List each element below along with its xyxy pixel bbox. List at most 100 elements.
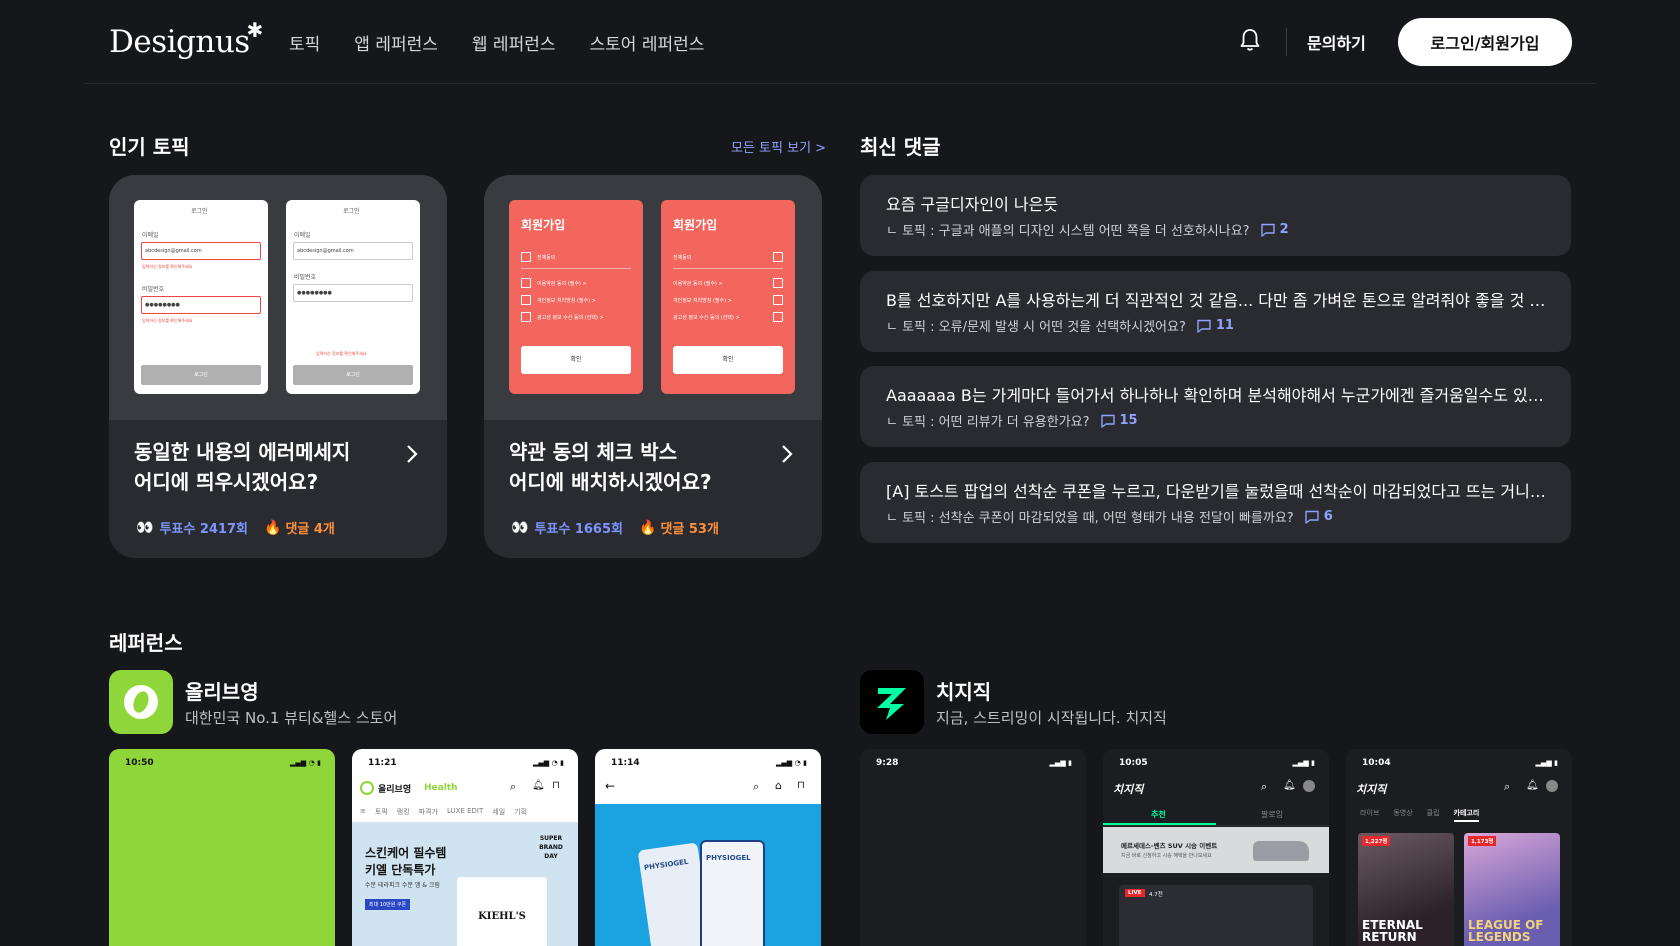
status-time: 11:21 <box>368 758 397 768</box>
search-icon: ⌕ <box>1261 780 1268 793</box>
main-nav: 토픽 앱 레퍼런스 웹 레퍼런스 스토어 레퍼런스 <box>289 30 738 55</box>
app-brand: 치지직 <box>1113 783 1144 796</box>
popular-topics-title: 인기 토픽 <box>109 135 190 159</box>
see-all-topics-link[interactable]: 모든 토픽 보기 > <box>731 137 826 156</box>
game-title: LEAGUE OF LEGENDS <box>1468 918 1544 944</box>
category-tab-active: 카테고리 <box>1453 808 1480 822</box>
app-brand: 올리브영 <box>378 785 412 795</box>
comment-item[interactable]: 요즘 구글디자인이 나은듯 ㄴ 토픽 : 구글과 애플의 디자인 시스템 어떤 … <box>860 175 1571 256</box>
status-icons: ▂▄▆ ▮ <box>1049 759 1072 767</box>
vote-count: 투표수 1665회 <box>534 522 623 537</box>
topic-card[interactable]: 회원가입 전체동의 이용약관 동의 (필수) > 개인정보 처리방침 (필수) … <box>484 175 822 558</box>
search-icon: ⌕ <box>753 780 760 793</box>
checkbox-icon <box>521 252 531 262</box>
mock-email-input: abcdesign@gmail.com <box>141 242 261 260</box>
site-logo[interactable]: Designus ✱ <box>109 18 263 60</box>
bag-icon: ⊓ <box>552 780 560 791</box>
promo-badge: SUPER BRAND DAY <box>539 835 563 860</box>
comment-item[interactable]: [A] 토스트 팝업의 선착순 쿠폰을 누르고, 다운받기를 눌렀을때 선착순이… <box>860 462 1571 543</box>
nav-topic[interactable]: 토픽 <box>289 30 320 55</box>
option-a-screenshot: 로그인 이메일 abcdesign@gmail.com 입력하신 정보를 확인해… <box>134 200 268 394</box>
topic-meta: 👀 투표수 2417회 🔥 댓글 4개 <box>136 518 335 538</box>
chzzk-logo[interactable] <box>860 670 924 734</box>
app-screenshot[interactable]: 10:05 ▂▄▆ ▮ 치지직 ⌕ 🔔︎ 추천 팔로잉 메르세데스-벤츠 SUV… <box>1103 749 1329 946</box>
viewer-count: 1,173명 <box>1468 836 1497 846</box>
app-name[interactable]: 올리브영 <box>185 676 259 705</box>
comment-item[interactable]: Aaaaaaa B는 가게마다 들어가서 하나하나 확인하며 분석해야해서 누군… <box>860 366 1571 447</box>
inquiry-link[interactable]: 문의하기 <box>1307 30 1366 54</box>
topic-title: 동일한 내용의 에러메세지 어디에 띄우시겠어요? <box>134 437 394 497</box>
reply-count: 15 <box>1119 413 1138 428</box>
mock-header: 회원가입 <box>521 218 566 232</box>
mock-confirm-button: 확인 <box>521 346 631 374</box>
topic-title-line: 어디에 띄우시겠어요? <box>134 470 319 494</box>
bell-icon[interactable] <box>1239 28 1261 52</box>
bell-icon: 🔔︎ <box>532 780 545 791</box>
checkbox-icon <box>773 295 783 305</box>
vote-count: 투표수 2417회 <box>159 522 248 537</box>
comment-text: [A] 토스트 팝업의 선착순 쿠폰을 누르고, 다운받기를 눌렀을때 선착순이… <box>886 482 1546 501</box>
comment-count: 댓글 4개 <box>285 522 335 537</box>
status-time: 10:05 <box>1119 758 1148 768</box>
app-screenshot[interactable]: 9:28 ▂▄▆ ▮ <box>860 749 1086 946</box>
checkbox-icon <box>521 312 531 322</box>
olive-young-logo[interactable] <box>109 670 173 734</box>
mock-email-label: 이메일 <box>142 232 159 239</box>
comment-topic: ㄴ 토픽 : 구글과 애플의 디자인 시스템 어떤 쪽을 더 선호하시나요? 2 <box>886 220 1289 239</box>
avatar <box>1546 780 1558 792</box>
search-icon: ⌕ <box>510 780 517 793</box>
comment-item[interactable]: B를 선호하지만 A를 사용하는게 더 직관적인 것 같음... 다만 좀 가벼… <box>860 271 1571 352</box>
comment-topic-label: ㄴ 토픽 : 어떤 리뷰가 더 유용한가요? <box>886 415 1090 430</box>
option-b-screenshot: 회원가입 전체동의 이용약관 동의 (필수) > 개인정보 처리방침 (필수) … <box>661 200 795 394</box>
mock-terms-item: 광고성 정보 수신 동의 (선택) > <box>537 315 604 321</box>
topic-card[interactable]: 로그인 이메일 abcdesign@gmail.com 입력하신 정보를 확인해… <box>109 175 447 558</box>
comment-text: 요즘 구글디자인이 나은듯 <box>886 195 1059 214</box>
status-icons: ▂▄▆ ◔ ▮ <box>776 759 807 767</box>
menu-icon: ≡ <box>360 807 366 815</box>
category-tabs: ≡ 토픽 랭킹 파격가 LUXE EDIT 세일 기획 <box>360 807 527 817</box>
status-time: 9:28 <box>876 758 899 768</box>
feed-tab: 팔로잉 <box>1261 810 1284 819</box>
login-signup-button[interactable]: 로그인/회원가입 <box>1398 18 1572 66</box>
bag-icon: ⊓ <box>797 780 805 791</box>
bell-icon: 🔔︎ <box>1526 780 1539 791</box>
product-label: KIEHL'S <box>478 911 526 922</box>
chevron-right-icon <box>407 445 418 463</box>
fire-icon: 🔥 <box>639 519 657 536</box>
nav-app-reference[interactable]: 앱 레퍼런스 <box>354 30 438 55</box>
eyes-icon: 👀 <box>136 519 154 536</box>
mock-terms-item: 개인정보 처리방침 (필수) > <box>537 298 596 304</box>
product-jar: KIEHL'S <box>457 877 547 946</box>
mock-header: 로그인 <box>191 208 208 215</box>
nav-store-reference[interactable]: 스토어 레퍼런스 <box>590 30 705 55</box>
reply-count: 6 <box>1323 509 1333 524</box>
mock-error-text: 입력하신 정보를 확인해주세요 <box>142 318 193 323</box>
product-image: PHYSIOGEL PHYSIOGEL <box>595 804 821 946</box>
mock-terms-item: 광고성 정보 수신 동의 (선택) > <box>673 315 740 321</box>
topic-title-line: 동일한 내용의 에러메세지 <box>134 440 351 464</box>
topic-title-line: 약관 동의 체크 박스 <box>509 440 678 464</box>
status-time: 10:50 <box>125 758 154 768</box>
olive-young-mini-logo <box>360 781 374 795</box>
promo-tag: 최대 10만원 쿠폰 <box>365 899 411 910</box>
fire-icon: 🔥 <box>264 519 282 536</box>
speech-bubble-icon <box>1100 414 1115 428</box>
status-time: 10:04 <box>1362 758 1391 768</box>
reply-count: 2 <box>1279 222 1289 237</box>
chevron-right-icon <box>782 445 793 463</box>
topic-title: 약관 동의 체크 박스 어디에 배치하시겠어요? <box>509 437 769 497</box>
logo-star-icon: ✱ <box>246 18 263 42</box>
speech-bubble-icon <box>1197 319 1211 333</box>
nav-web-reference[interactable]: 웹 레퍼런스 <box>472 30 556 55</box>
car-image <box>1253 841 1309 861</box>
category-tab: 랭킹 <box>396 808 410 816</box>
comment-topic: ㄴ 토픽 : 어떤 리뷰가 더 유용한가요? 15 <box>886 411 1138 430</box>
app-screenshot[interactable]: 11:14 ▂▄▆ ◔ ▮ ← ⌕ ⌂ ⊓ PHYSIOGEL PHYSIOGE… <box>595 749 821 946</box>
app-screenshot[interactable]: 10:04 ▂▄▆ ▮ 치지직 ⌕ 🔔︎ 라이브 동영상 클립 카테고리 1,2… <box>1346 749 1572 946</box>
app-screenshot[interactable]: 11:21 ▂▄▆ ◔ ▮ 올리브영 Health ⌕ 🔔︎ ⊓ ≡ 토픽 랭킹… <box>352 749 578 946</box>
app-screenshot[interactable]: 10:50 ▂▄▆ ◔ ▮ <box>109 749 335 946</box>
category-tabs: 라이브 동영상 클립 카테고리 <box>1360 808 1480 822</box>
ad-title: 메르세데스-벤츠 SUV 시승 이벤트 <box>1121 842 1218 850</box>
app-name[interactable]: 치지직 <box>936 676 991 705</box>
mock-divider <box>673 268 783 269</box>
